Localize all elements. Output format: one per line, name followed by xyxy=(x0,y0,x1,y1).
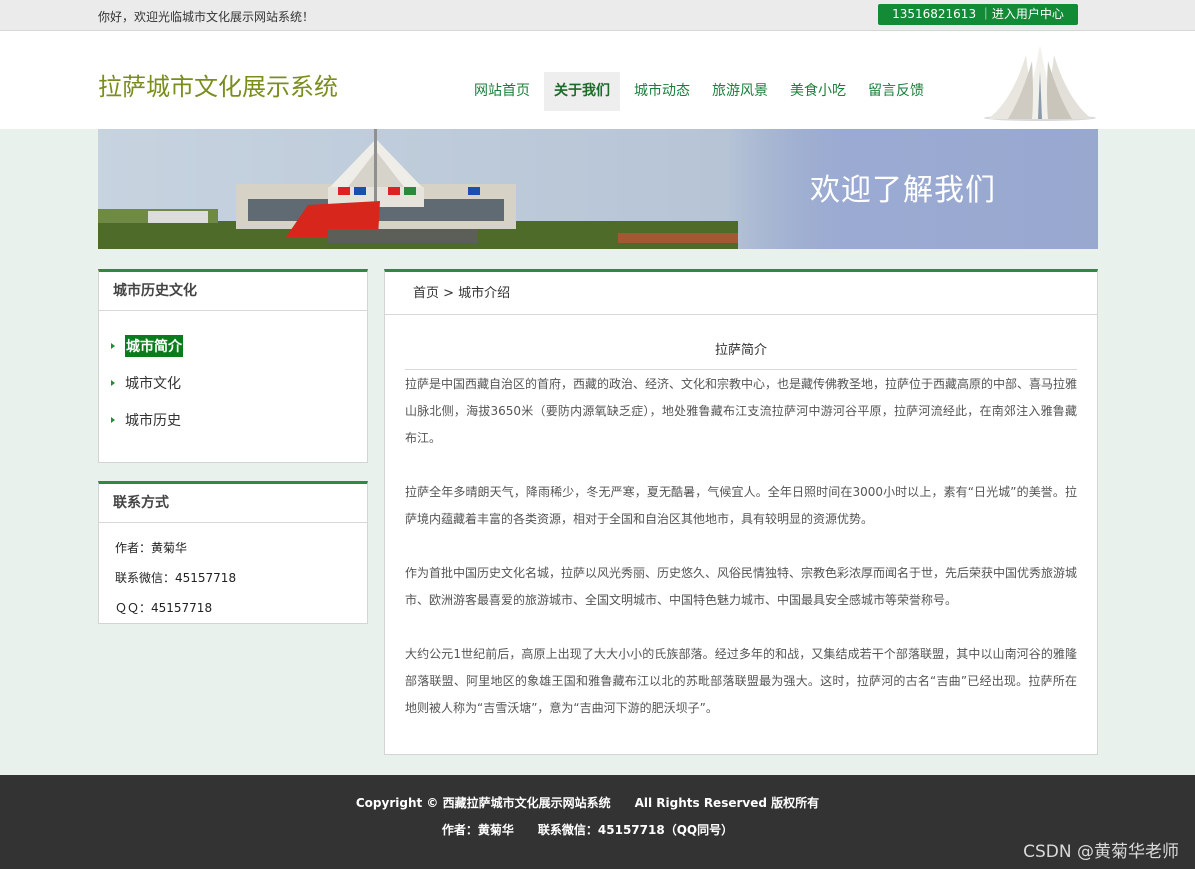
sidebar-item-city-culture[interactable]: 城市文化 xyxy=(111,364,367,401)
footer-copyright: Copyright © 西藏拉萨城市文化展示网站系统 All Rights Re… xyxy=(355,796,820,810)
sidebar-item-city-intro[interactable]: 城市简介 xyxy=(111,327,367,364)
hero-banner: 欢迎了解我们 xyxy=(98,129,1098,249)
sidebar-item-city-history[interactable]: 城市历史 xyxy=(111,401,367,438)
bullet-icon xyxy=(111,342,115,349)
greeting-text: 你好，欢迎光临城市文化展示网站系统！ xyxy=(98,10,315,24)
contact-lines: 作者：黄菊华 联系微信：45157718 ＱＱ：45157718 xyxy=(99,523,367,623)
breadcrumb: 首页 > 城市介绍 xyxy=(385,272,1097,315)
nav-item-home[interactable]: 网站首页 xyxy=(466,72,538,111)
nav-item-news[interactable]: 城市动态 xyxy=(626,72,698,111)
bullet-icon xyxy=(111,416,115,423)
sidebar-item-label: 城市历史 xyxy=(125,412,181,429)
article-paragraph: 拉萨是中国西藏自治区的首府，西藏的政治、经济、文化和宗教中心，也是藏传佛教圣地，… xyxy=(405,377,1078,445)
sidebar-item-label: 城市文化 xyxy=(125,375,181,392)
article-paragraph: 作为首批中国历史文化名城，拉萨以风光秀丽、历史悠久、风俗民情独特、宗教色彩浓厚而… xyxy=(405,566,1078,607)
site-header: 拉萨城市文化展示系统 网站首页 关于我们 城市动态 旅游风景 美食小吃 留言反馈 xyxy=(0,31,1195,129)
contact-wechat: 联系微信：45157718 xyxy=(115,571,237,585)
nav-item-food[interactable]: 美食小吃 xyxy=(782,72,854,111)
site-footer: Copyright © 西藏拉萨城市文化展示网站系统 All Rights Re… xyxy=(0,775,1195,869)
main-content-panel: 首页 > 城市介绍 拉萨简介 拉萨是中国西藏自治区的首府，西藏的政治、经济、文化… xyxy=(384,269,1098,755)
csdn-watermark: CSDN @黄菊华老师 xyxy=(1023,842,1179,862)
site-logo-text[interactable]: 拉萨城市文化展示系统 xyxy=(98,67,338,102)
contact-qq: ＱＱ：45157718 xyxy=(115,601,213,615)
sidebar-history-title: 城市历史文化 xyxy=(99,272,367,311)
nav-item-scenery[interactable]: 旅游风景 xyxy=(704,72,776,111)
banner-title: 欢迎了解我们 xyxy=(810,173,996,208)
article-paragraph: 拉萨全年多晴朗天气，降雨稀少，冬无严寒，夏无酷暑，气候宜人。全年日照时间在300… xyxy=(405,485,1077,526)
sidebar-history-panel: 城市历史文化 城市简介 城市文化 城市历史 xyxy=(98,269,368,463)
sidebar-contact-title: 联系方式 xyxy=(99,484,367,523)
nav-item-about[interactable]: 关于我们 xyxy=(544,72,620,111)
bullet-icon xyxy=(111,379,115,386)
banner-building-image xyxy=(98,129,838,249)
article-paragraph: 大约公元1世纪前后，高原上出现了大大小小的氏族部落。经过多年的和战，又集结成若干… xyxy=(405,647,1077,715)
tower-logo-image xyxy=(984,45,1096,121)
main-nav: 网站首页 关于我们 城市动态 旅游风景 美食小吃 留言反馈 xyxy=(466,72,938,111)
top-bar: 你好，欢迎光临城市文化展示网站系统！ 13516821613 ｜进入用户中心 xyxy=(0,0,1195,31)
nav-item-feedback[interactable]: 留言反馈 xyxy=(860,72,932,111)
article-title: 拉萨简介 xyxy=(405,315,1077,370)
sidebar-history-list: 城市简介 城市文化 城市历史 xyxy=(99,311,367,438)
contact-author: 作者：黄菊华 xyxy=(115,541,188,555)
sidebar-contact-panel: 联系方式 作者：黄菊华 联系微信：45157718 ＱＱ：45157718 xyxy=(98,481,368,624)
footer-contact: 作者：黄菊华 联系微信：45157718（QQ同号） xyxy=(441,823,734,837)
user-center-button[interactable]: 13516821613 ｜进入用户中心 xyxy=(878,4,1078,25)
sidebar-item-label: 城市简介 xyxy=(125,334,183,357)
article-body: 拉萨简介 拉萨是中国西藏自治区的首府，西藏的政治、经济、文化和宗教中心，也是藏传… xyxy=(385,315,1097,722)
